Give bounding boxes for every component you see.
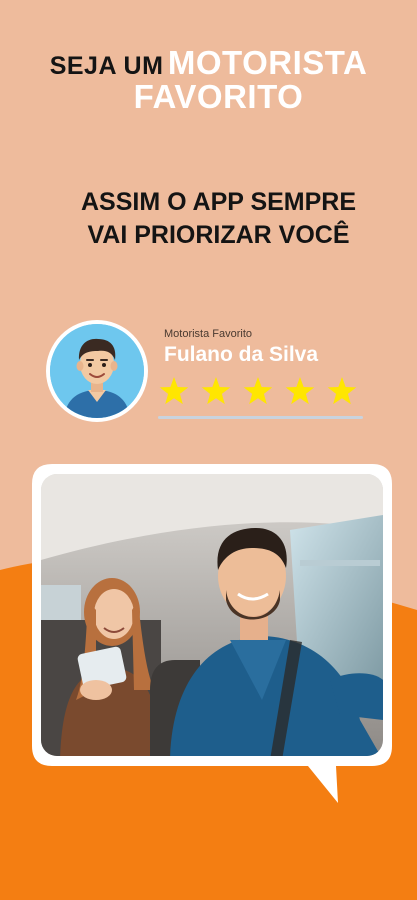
photo-speech-bubble xyxy=(32,464,392,803)
driver-passenger-photo xyxy=(41,474,383,756)
